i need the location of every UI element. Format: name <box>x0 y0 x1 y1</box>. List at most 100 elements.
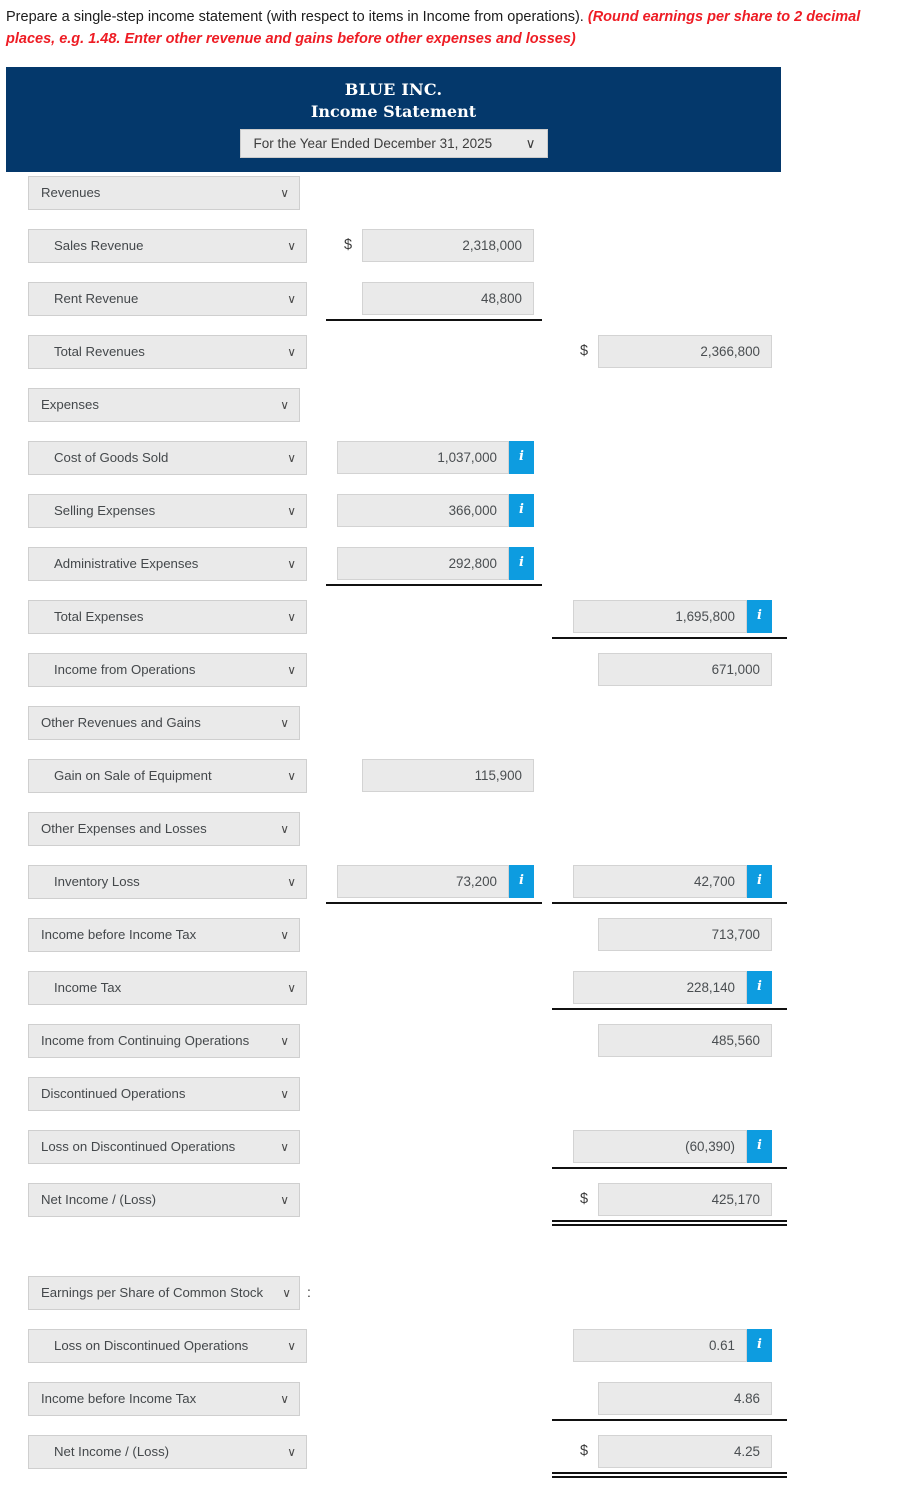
account-select-label: Earnings per Share of Common Stock <box>41 1285 264 1301</box>
amount-input-col2-income-continuing-ops[interactable]: 485,560 <box>598 1024 772 1058</box>
account-select-label: Income from Continuing Operations <box>41 1033 250 1049</box>
chevron-down-icon: ∨ <box>280 1193 289 1208</box>
info-icon[interactable]: i <box>747 600 772 634</box>
account-select-income-tax[interactable]: Income Tax ∨ <box>28 971 307 1006</box>
task-instructions: Prepare a single-step income statement (… <box>6 6 896 51</box>
account-select-label: Administrative Expenses <box>54 556 199 572</box>
period-select[interactable]: For the Year Ended December 31, 2025 ∨ <box>239 129 548 159</box>
account-select-loss-discontinued-ops[interactable]: Loss on Discontinued Operations ∨ <box>28 1130 300 1165</box>
chevron-down-icon: ∨ <box>280 1392 289 1407</box>
account-select-other-expenses-losses[interactable]: Other Expenses and Losses ∨ <box>28 812 300 847</box>
info-icon[interactable]: i <box>509 494 534 528</box>
statement-row: Rent Revenue ∨ 48,800 <box>6 278 901 331</box>
subtotal-rule-col2 <box>552 1220 787 1227</box>
amount-input-col1-sales-revenue[interactable]: 2,318,000 <box>362 229 534 263</box>
statement-row: Discontinued Operations ∨ <box>6 1073 901 1126</box>
amount-input-col2-total-revenues[interactable]: 2,366,800 <box>598 335 772 369</box>
chevron-down-icon: ∨ <box>287 557 296 572</box>
company-name: BLUE INC. <box>344 80 443 99</box>
account-select-label: Income from Operations <box>54 662 196 678</box>
account-select-label: Income Tax <box>54 980 122 996</box>
account-select-rent-revenue[interactable]: Rent Revenue ∨ <box>28 282 307 317</box>
statement-row: Revenues ∨ <box>6 172 901 225</box>
account-select-admin-expenses[interactable]: Administrative Expenses ∨ <box>28 547 307 582</box>
amount-input-col1-gain-on-sale-equipment[interactable]: 115,900 <box>362 759 534 793</box>
account-select-discontinued-operations[interactable]: Discontinued Operations ∨ <box>28 1077 300 1112</box>
account-select-inventory-loss[interactable]: Inventory Loss ∨ <box>28 865 307 900</box>
income-statement: BLUE INC. Income Statement For the Year … <box>6 67 901 1484</box>
statement-row: Total Revenues ∨ $2,366,800 <box>6 331 901 384</box>
account-select-eps-net-income[interactable]: Net Income / (Loss) ∨ <box>28 1435 307 1470</box>
statement-row: Earnings per Share of Common Stock ∨: <box>6 1272 901 1325</box>
statement-rows: Revenues ∨ Sales Revenue ∨ $2,318,000 Rent Re… <box>6 172 901 1484</box>
amount-input-col1-inventory-loss[interactable]: 73,200 <box>337 865 509 899</box>
statement-row: Income before Income Tax ∨ 713,700 <box>6 914 901 967</box>
account-select-sales-revenue[interactable]: Sales Revenue ∨ <box>28 229 307 264</box>
statement-title: Income Statement <box>310 101 477 121</box>
amount-input-col2-income-before-tax[interactable]: 713,700 <box>598 918 772 952</box>
account-select-eps-income-before-tax[interactable]: Income before Income Tax ∨ <box>28 1382 300 1417</box>
amount-input-col2-inventory-loss[interactable]: 42,700 <box>573 865 747 899</box>
subtotal-rule-col1 <box>326 319 542 322</box>
account-select-label: Income before Income Tax <box>41 1391 197 1407</box>
account-select-total-expenses[interactable]: Total Expenses ∨ <box>28 600 307 635</box>
amount-input-col2-income-tax[interactable]: 228,140 <box>573 971 747 1005</box>
account-select-selling-expenses[interactable]: Selling Expenses ∨ <box>28 494 307 529</box>
amount-input-col1-admin-expenses[interactable]: 292,800 <box>337 547 509 581</box>
statement-row: Other Expenses and Losses ∨ <box>6 808 901 861</box>
chevron-down-icon: ∨ <box>287 292 296 307</box>
amount-input-col1-rent-revenue[interactable]: 48,800 <box>362 282 534 316</box>
amount-input-col2-net-income-loss[interactable]: 425,170 <box>598 1183 772 1217</box>
account-select-income-continuing-ops[interactable]: Income from Continuing Operations ∨ <box>28 1024 300 1059</box>
chevron-down-icon: ∨ <box>280 1087 289 1102</box>
account-select-label: Sales Revenue <box>54 238 144 254</box>
subtotal-rule-col1 <box>326 584 542 587</box>
account-select-label: Selling Expenses <box>54 503 156 519</box>
amount-input-col2-income-from-operations[interactable]: 671,000 <box>598 653 772 687</box>
amount-input-col2-total-expenses[interactable]: 1,695,800 <box>573 600 747 634</box>
account-select-label: Discontinued Operations <box>41 1086 186 1102</box>
account-select-income-before-tax[interactable]: Income before Income Tax ∨ <box>28 918 300 953</box>
account-select-revenues[interactable]: Revenues ∨ <box>28 176 300 211</box>
amount-input-col1-cost-of-goods-sold[interactable]: 1,037,000 <box>337 441 509 475</box>
statement-row: Other Revenues and Gains ∨ <box>6 702 901 755</box>
statement-row: Selling Expenses ∨ 366,000 i <box>6 490 901 543</box>
statement-row: Sales Revenue ∨ $2,318,000 <box>6 225 901 278</box>
account-select-label: Rent Revenue <box>54 291 139 307</box>
account-select-eps-loss-discontinued[interactable]: Loss on Discontinued Operations ∨ <box>28 1329 307 1364</box>
amount-input-col2-eps-income-before-tax[interactable]: 4.86 <box>598 1382 772 1416</box>
info-icon[interactable]: i <box>747 1329 772 1363</box>
statement-row: Gain on Sale of Equipment ∨ 115,900 <box>6 755 901 808</box>
account-select-gain-on-sale-equipment[interactable]: Gain on Sale of Equipment ∨ <box>28 759 307 794</box>
chevron-down-icon: ∨ <box>280 1034 289 1049</box>
account-select-eps-common-stock[interactable]: Earnings per Share of Common Stock ∨ <box>28 1276 300 1311</box>
info-icon[interactable]: i <box>747 865 772 899</box>
info-icon[interactable]: i <box>509 547 534 581</box>
account-select-cost-of-goods-sold[interactable]: Cost of Goods Sold ∨ <box>28 441 307 476</box>
amount-input-col2-loss-discontinued-ops[interactable]: (60,390) <box>573 1130 747 1164</box>
account-select-other-revenues-gains[interactable]: Other Revenues and Gains ∨ <box>28 706 300 741</box>
account-select-expenses[interactable]: Expenses ∨ <box>28 388 300 423</box>
statement-row: Total Expenses ∨ 1,695,800 i <box>6 596 901 649</box>
amount-input-col1-selling-expenses[interactable]: 366,000 <box>337 494 509 528</box>
chevron-down-icon: ∨ <box>287 504 296 519</box>
info-icon[interactable]: i <box>509 441 534 475</box>
chevron-down-icon: ∨ <box>287 981 296 996</box>
statement-row: Expenses ∨ <box>6 384 901 437</box>
chevron-down-icon: ∨ <box>280 822 289 837</box>
statement-row: Administrative Expenses ∨ 292,800 i <box>6 543 901 596</box>
account-select-label: Loss on Discontinued Operations <box>54 1338 249 1354</box>
account-select-total-revenues[interactable]: Total Revenues ∨ <box>28 335 307 370</box>
account-select-label: Total Expenses <box>54 609 144 625</box>
chevron-down-icon: ∨ <box>287 345 296 360</box>
info-icon[interactable]: i <box>747 1130 772 1164</box>
account-select-income-from-operations[interactable]: Income from Operations ∨ <box>28 653 307 688</box>
statement-row <box>6 1232 901 1272</box>
amount-input-col2-eps-loss-discontinued[interactable]: 0.61 <box>573 1329 747 1363</box>
account-select-net-income-loss[interactable]: Net Income / (Loss) ∨ <box>28 1183 300 1218</box>
amount-input-col2-eps-net-income[interactable]: 4.25 <box>598 1435 772 1469</box>
info-icon[interactable]: i <box>509 865 534 899</box>
chevron-down-icon: ∨ <box>287 1339 296 1354</box>
info-icon[interactable]: i <box>747 971 772 1005</box>
account-select-label: Net Income / (Loss) <box>54 1444 170 1460</box>
